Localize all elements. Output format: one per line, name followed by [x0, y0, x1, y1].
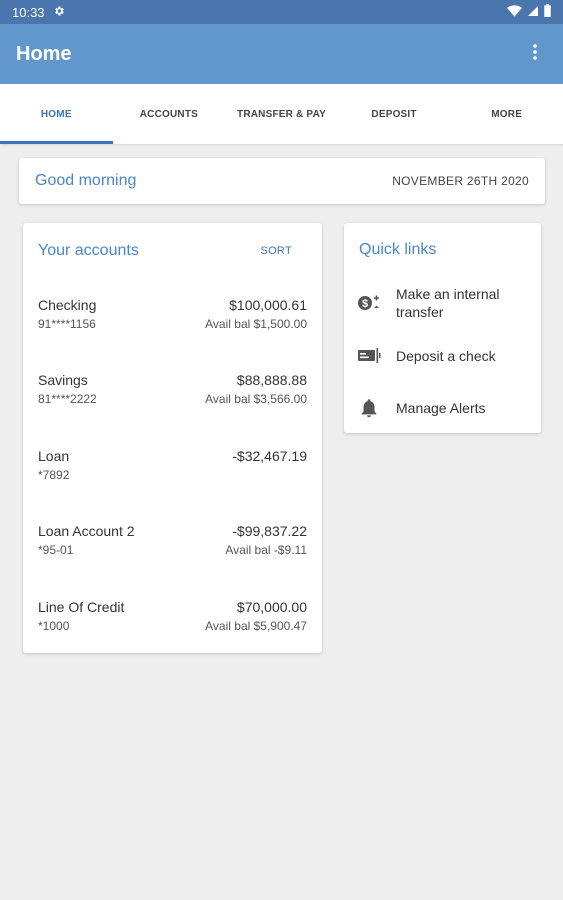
- account-available-balance: Avail bal $3,566.00: [205, 392, 307, 406]
- account-row-line-of-credit[interactable]: Line Of Credit *1000 $70,000.00 Avail ba…: [38, 599, 307, 647]
- account-name: Line Of Credit: [38, 599, 125, 615]
- quick-links-title: Quick links: [359, 241, 437, 258]
- tab-bar: HOME ACCOUNTS TRANSFER & PAY DEPOSIT MOR…: [0, 84, 563, 144]
- quick-link-label: Make an internal transfer: [396, 286, 500, 320]
- svg-text:$: $: [362, 298, 368, 310]
- account-name: Checking: [38, 297, 97, 313]
- status-indicators: [507, 4, 551, 20]
- account-number: *1000: [38, 619, 70, 633]
- account-name: Loan: [38, 448, 70, 464]
- tab-more[interactable]: MORE: [450, 84, 563, 144]
- account-name: Loan Account 2: [38, 523, 135, 539]
- greeting-card: Good morning NOVEMBER 26TH 2020: [19, 158, 545, 204]
- accounts-header: Your accounts SORT: [38, 241, 307, 261]
- quick-link-deposit-check[interactable]: Deposit a check: [356, 343, 531, 369]
- wifi-icon: [507, 4, 522, 20]
- app-bar: Home: [0, 24, 563, 84]
- bell-icon: [356, 395, 382, 421]
- account-number: 91****1156: [38, 317, 96, 331]
- account-available-balance: Avail bal $1,500.00: [205, 317, 307, 331]
- account-available-balance: Avail bal $5,900.47: [205, 619, 307, 633]
- tab-accounts[interactable]: ACCOUNTS: [113, 84, 226, 144]
- account-balance: $100,000.61: [229, 297, 307, 313]
- battery-icon: [544, 4, 551, 20]
- sort-button[interactable]: SORT: [260, 245, 292, 257]
- tab-transfer-pay[interactable]: TRANSFER & PAY: [225, 84, 338, 144]
- account-row-checking[interactable]: Checking 91****1156 $100,000.61 Avail ba…: [38, 297, 307, 345]
- account-balance: -$32,467.19: [232, 448, 307, 464]
- account-name: Savings: [38, 372, 88, 388]
- date-text: NOVEMBER 26TH 2020: [392, 174, 529, 188]
- accounts-title: Your accounts: [38, 242, 139, 259]
- account-number: *7892: [38, 468, 70, 482]
- account-number: *95-01: [38, 543, 74, 557]
- status-time: 10:33: [12, 4, 45, 20]
- quick-link-internal-transfer[interactable]: $ Make an internal transfer: [356, 285, 531, 321]
- more-vert-icon: [533, 43, 537, 65]
- quick-link-label: Manage Alerts: [396, 400, 486, 416]
- accounts-card: Your accounts SORT Checking 91****1156 $…: [23, 223, 322, 653]
- account-row-savings[interactable]: Savings 81****2222 $88,888.88 Avail bal …: [38, 372, 307, 420]
- account-balance: $88,888.88: [236, 372, 307, 388]
- account-balance: $70,000.00: [236, 599, 307, 615]
- account-balance: -$99,837.22: [232, 523, 307, 539]
- settings-gear-icon: [53, 5, 65, 20]
- page-title: Home: [16, 42, 72, 65]
- greeting-text: Good morning: [35, 172, 137, 189]
- tab-deposit[interactable]: DEPOSIT: [338, 84, 451, 144]
- quick-link-manage-alerts[interactable]: Manage Alerts: [356, 395, 531, 421]
- check-deposit-icon: [356, 343, 382, 369]
- overflow-menu-button[interactable]: [523, 34, 547, 74]
- transfer-icon: $: [356, 290, 382, 316]
- account-row-loan-account-2[interactable]: Loan Account 2 *95-01 -$99,837.22 Avail …: [38, 523, 307, 571]
- status-bar: 10:33: [0, 0, 563, 24]
- tab-home[interactable]: HOME: [0, 84, 113, 144]
- account-number: 81****2222: [38, 392, 97, 406]
- account-available-balance: Avail bal -$9.11: [225, 543, 307, 557]
- quick-link-label: Deposit a check: [396, 348, 496, 364]
- quick-links-card: Quick links $ Make an internal transfer …: [344, 223, 541, 433]
- cell-signal-icon: [527, 5, 539, 20]
- account-row-loan[interactable]: Loan *7892 -$32,467.19: [38, 448, 307, 496]
